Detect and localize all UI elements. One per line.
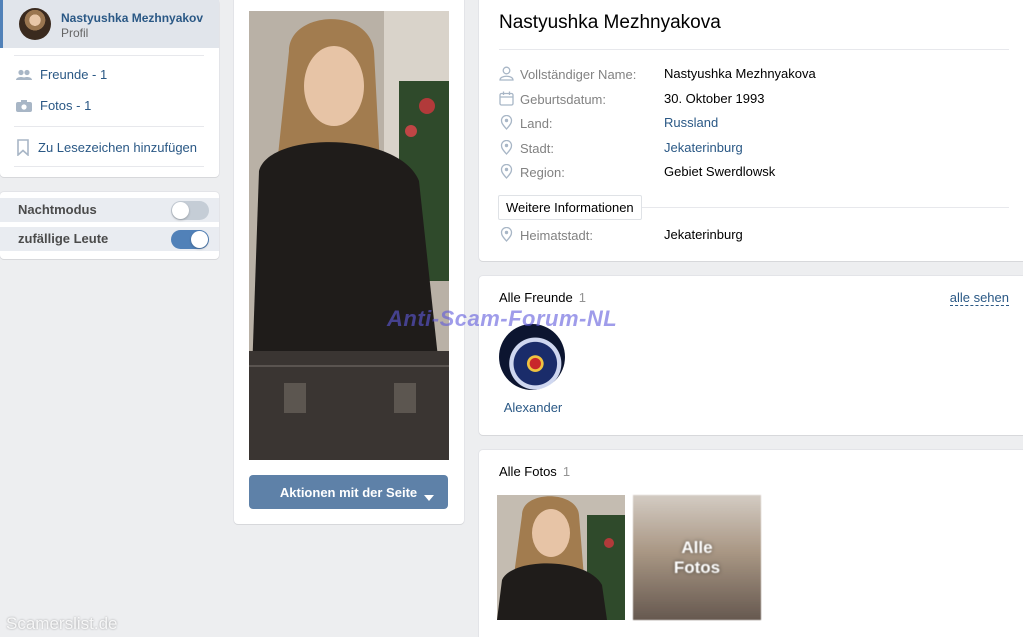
info-row-region: Region: Gebiet Swerdlowsk [499,163,1009,183]
country-link[interactable]: Russland [664,115,718,130]
person-icon [499,66,514,84]
location-pin-icon [499,163,514,182]
info-value: 30. Oktober 1993 [664,91,765,106]
info-row-hometown: Heimatstadt: Jekaterinburg [499,226,1009,246]
info-row-full-name: Vollständiger Name: Nastyushka Mezhnyako… [499,65,1009,85]
watermark: Anti-Scam-Forum-NL [387,306,618,331]
info-value: Gebiet Swerdlowsk [664,164,776,179]
sidebar-settings-card: Nachtmodus zufällige Leute [0,192,219,259]
night-mode-row[interactable]: Nachtmodus [0,198,219,222]
footer-watermark: Scamerslist.de [6,614,118,633]
sidebar-profile-name: Nastyushka Mezhnyakov [61,11,204,25]
bookmark-link[interactable]: Zu Lesezeichen hinzufügen [16,139,197,156]
toggle-knob [191,231,208,248]
profile-info-card: Nastyushka Mezhnyakova Vollständiger Nam… [479,0,1023,261]
location-pin-icon [499,114,514,133]
sidebar-profile-sub: Profil [61,26,89,40]
calendar-icon [499,91,514,109]
info-label: Region: [520,165,565,180]
info-row-city: Stadt: Jekaterinburg [499,139,1009,159]
info-label: Geburtsdatum: [520,92,606,107]
toggle-knob [172,202,189,219]
friends-card: Alle Freunde 1 alle sehen Alexander [479,276,1023,435]
page-title: Nastyushka Mezhnyakova [499,12,721,33]
random-people-toggle[interactable] [171,230,209,249]
city-link[interactable]: Jekaterinburg [664,140,743,155]
more-info-button[interactable]: Weitere Informationen [498,195,642,220]
photos-title: Alle Fotos [499,464,557,479]
sidebar-item-friends[interactable]: Freunde - 1 [16,67,107,82]
sidebar-item-label: Fotos - 1 [40,98,92,113]
friend-avatar[interactable] [499,324,565,390]
divider [499,49,1009,50]
sidebar-profile-card: Nastyushka Mezhnyakov Profil Freunde - 1… [0,0,219,177]
profile-photo[interactable] [249,11,449,460]
all-photos-label-line2: Fotos [673,557,721,577]
info-value: Jekaterinburg [664,227,743,242]
info-label: Land: [520,116,553,131]
photos-count: 1 [562,464,571,479]
photos-card: Alle Fotos 1 Alle Fotos [479,450,1023,637]
divider [14,126,204,127]
all-photos-label: Alle Fotos [633,495,761,620]
info-label: Heimatstadt: [520,228,593,243]
profile-photo-card: Aktionen mit der Seite [234,0,464,524]
info-row-birthdate: Geburtsdatum: 30. Oktober 1993 [499,90,1009,110]
divider [14,55,204,56]
info-row-country: Land: Russland [499,114,1009,134]
divider [14,166,204,167]
random-people-label: zufällige Leute [18,231,109,246]
bookmark-icon [16,139,30,156]
random-people-row[interactable]: zufällige Leute [0,227,219,251]
all-photos-label-line1: Alle [681,537,713,557]
info-value: Nastyushka Mezhnyakova [664,66,816,81]
all-photos-thumbnail[interactable]: Alle Fotos [633,495,761,620]
night-mode-toggle[interactable] [171,201,209,220]
avatar[interactable] [19,8,51,40]
location-pin-icon [499,226,514,245]
page-actions-button[interactable]: Aktionen mit der Seite [249,475,448,509]
photos-header[interactable]: Alle Fotos 1 [499,464,570,479]
info-label: Vollständiger Name: [520,67,637,82]
see-all-friends-link[interactable]: alle sehen [949,290,1009,306]
sidebar-item-photos[interactable]: Fotos - 1 [16,98,91,113]
night-mode-label: Nachtmodus [18,202,97,217]
friend-name[interactable]: Alexander [479,400,587,415]
camera-icon [16,99,32,112]
location-pin-icon [499,139,514,158]
friend-item[interactable]: Alexander [479,276,587,426]
photo-thumbnail[interactable] [497,495,625,620]
sidebar-item-label: Zu Lesezeichen hinzufügen [38,140,198,155]
people-icon [16,69,32,81]
sidebar-item-label: Freunde - 1 [40,67,108,82]
chevron-down-icon [424,489,434,504]
sidebar-profile-item[interactable]: Nastyushka Mezhnyakov Profil [0,0,219,48]
page-actions-label: Aktionen mit der Seite [279,484,418,500]
info-label: Stadt: [520,141,554,156]
